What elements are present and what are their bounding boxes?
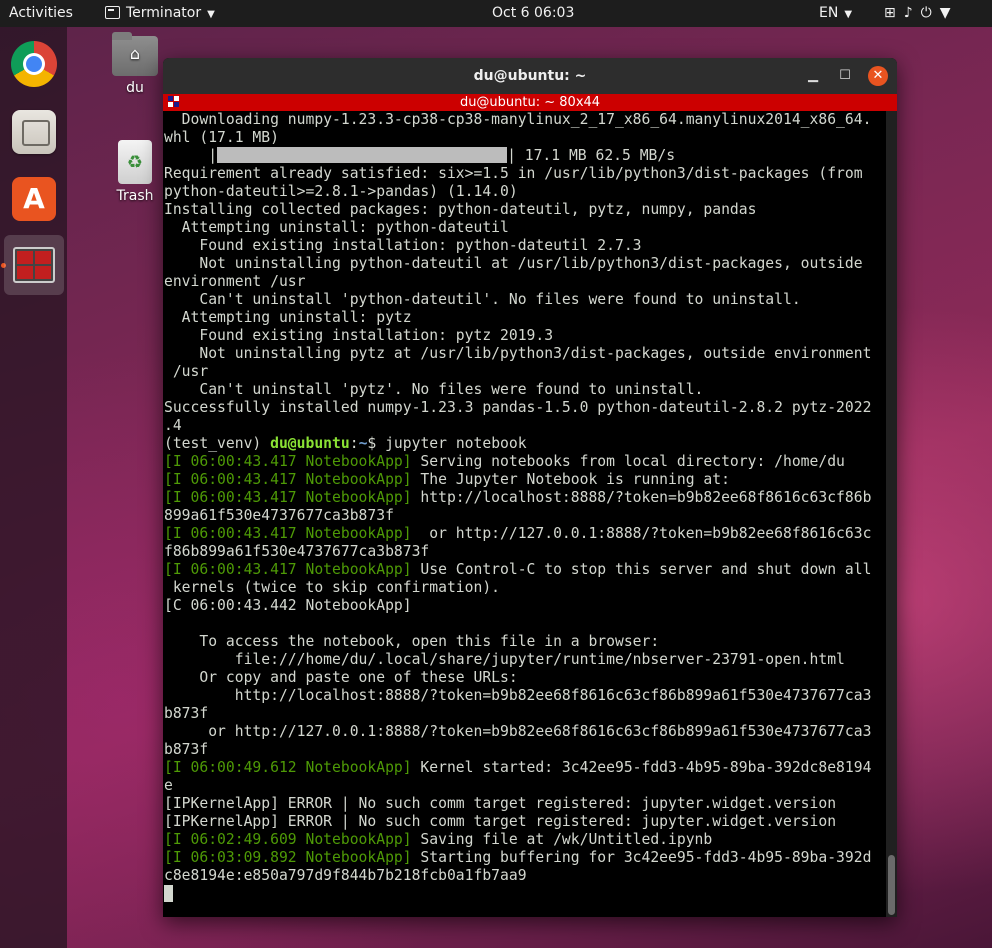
terminal-line: [C 06:00:43.442 NotebookApp]	[164, 597, 412, 614]
terminator-icon	[168, 96, 180, 108]
language-indicator[interactable]: EN ▼	[819, 0, 852, 27]
window-titlebar[interactable]: du@ubuntu: ~ ▁ ☐ ✕	[163, 58, 897, 94]
log-line: [I 06:00:43.417 NotebookApp] Use Control…	[164, 561, 872, 578]
terminal-line: Attempting uninstall: python-dateutil	[164, 219, 509, 236]
scrollbar-thumb[interactable]	[888, 855, 895, 915]
log-line: [I 06:00:49.612 NotebookApp] Kernel star…	[164, 759, 872, 776]
terminal-line: Found existing installation: pytz 2019.3	[164, 327, 554, 344]
desktop-trash[interactable]: ♻ Trash	[105, 140, 165, 204]
download-progress-bar	[217, 147, 508, 163]
log-line: [I 06:00:43.417 NotebookApp] http://loca…	[164, 489, 872, 506]
log-line: [I 06:02:49.609 NotebookApp] Saving file…	[164, 831, 713, 848]
terminal-line: b873f	[164, 741, 209, 758]
volume-icon: ♪	[903, 5, 913, 21]
dock-item-files[interactable]	[4, 102, 64, 162]
terminal-line: or http://127.0.0.1:8888/?token=b9b82ee6…	[164, 723, 872, 740]
terminal-line: f86b899a61f530e4737677ca3b873f	[164, 543, 430, 560]
maximize-button[interactable]: ☐	[835, 66, 855, 86]
terminal-line: Downloading numpy-1.23.3-cp38-cp38-manyl…	[164, 111, 872, 128]
terminal-line: e	[164, 777, 173, 794]
terminal-line: kernels (twice to skip confirmation).	[164, 579, 501, 596]
terminal-line	[164, 885, 884, 903]
ubuntu-software-icon: A	[12, 177, 56, 221]
terminal-line: Found existing installation: python-date…	[164, 237, 642, 254]
minimize-button[interactable]: ▁	[803, 66, 823, 86]
terminal-tab-title: du@ubuntu: ~ 80x44	[459, 95, 601, 110]
window-title: du@ubuntu: ~	[473, 68, 587, 84]
log-line: [I 06:00:43.417 NotebookApp] or http://1…	[164, 525, 872, 542]
log-line: [I 06:00:43.417 NotebookApp] Serving not…	[164, 453, 845, 470]
terminal-line: Not uninstalling pytz at /usr/lib/python…	[164, 345, 872, 362]
trash-icon: ♻	[118, 140, 152, 184]
terminal-line: [IPKernelApp] ERROR | No such comm targe…	[164, 813, 837, 830]
terminal-tab-bar[interactable]: du@ubuntu: ~ 80x44	[163, 94, 897, 111]
log-line: [I 06:03:09.892 NotebookApp] Starting bu…	[164, 849, 872, 866]
terminal-line: | | 17.1 MB 62.5 MB/s	[164, 147, 676, 164]
desktop-home-folder[interactable]: ⌂ du	[105, 32, 165, 96]
terminator-icon	[13, 247, 55, 283]
network-icon: ⊞	[884, 5, 896, 21]
dock-item-chrome[interactable]	[4, 34, 64, 94]
terminal-scrollbar[interactable]	[886, 111, 897, 917]
terminal-line: [IPKernelApp] ERROR | No such comm targe…	[164, 795, 837, 812]
terminal-cursor	[164, 885, 173, 902]
terminal-line: 899a61f530e4737677ca3b873f	[164, 507, 394, 524]
terminal-line: To access the notebook, open this file i…	[164, 633, 660, 650]
clock[interactable]: Oct 6 06:03	[492, 0, 574, 27]
app-menu-label: Terminator	[126, 5, 202, 21]
terminal-line: python-dateutil>=2.8.1->pandas) (1.14.0)	[164, 183, 518, 200]
activities-button[interactable]: Activities	[9, 0, 73, 27]
top-panel: Activities Terminator ▼ Oct 6 06:03 EN ▼ ⊞…	[0, 0, 992, 27]
terminal-line: Successfully installed numpy-1.23.3 pand…	[164, 399, 872, 416]
dock-item-terminator[interactable]	[4, 235, 64, 295]
terminal-line: b873f	[164, 705, 209, 722]
dock: A	[0, 27, 67, 948]
power-icon: ⏻	[920, 5, 932, 21]
terminal-line: /usr	[164, 363, 209, 380]
terminal-line: file:///home/du/.local/share/jupyter/run…	[164, 651, 845, 668]
trash-label: Trash	[116, 188, 154, 204]
terminal-line: Or copy and paste one of these URLs:	[164, 669, 518, 686]
close-button[interactable]: ✕	[868, 66, 888, 86]
terminal-line: http://localhost:8888/?token=b9b82ee68f8…	[164, 687, 872, 704]
app-menu[interactable]: Terminator ▼	[105, 0, 215, 27]
terminal-window: du@ubuntu: ~ ▁ ☐ ✕ du@ubuntu: ~ 80x44 Do…	[163, 58, 897, 917]
home-folder-icon: ⌂	[112, 32, 158, 76]
chrome-icon	[11, 41, 57, 87]
terminal-app-icon	[105, 6, 120, 19]
files-icon	[12, 110, 56, 154]
terminal-output[interactable]: Downloading numpy-1.23.3-cp38-cp38-manyl…	[164, 111, 884, 917]
terminal-line: Can't uninstall 'python-dateutil'. No fi…	[164, 291, 801, 308]
terminal-line: Requirement already satisfied: six>=1.5 …	[164, 165, 863, 182]
chevron-down-icon: ▼	[844, 9, 853, 20]
home-folder-label: du	[126, 80, 144, 96]
chevron-down-icon: ▼	[207, 9, 215, 20]
system-menu[interactable]: ⊞ ♪ ⏻ ▼	[884, 0, 984, 27]
terminal-line: Installing collected packages: python-da…	[164, 201, 757, 218]
chevron-down-icon: ▼	[939, 5, 951, 21]
terminal-line: .4	[164, 417, 182, 434]
terminal-line: Not uninstalling python-dateutil at /usr…	[164, 255, 863, 272]
terminal-line: c8e8194e:e850a797d9f844b7b218fcb0a1fb7aa…	[164, 867, 527, 884]
dock-item-ubuntu-software[interactable]: A	[4, 169, 64, 229]
terminal-line: Can't uninstall 'pytz'. No files were fo…	[164, 381, 704, 398]
shell-prompt-line: (test_venv) du@ubuntu:~$ jupyter noteboo…	[164, 435, 527, 452]
log-line: [I 06:00:43.417 NotebookApp] The Jupyter…	[164, 471, 730, 488]
terminal-line: whl (17.1 MB)	[164, 129, 279, 146]
language-label: EN	[819, 5, 839, 21]
terminal-line: environment /usr	[164, 273, 306, 290]
terminal-line: Attempting uninstall: pytz	[164, 309, 412, 326]
